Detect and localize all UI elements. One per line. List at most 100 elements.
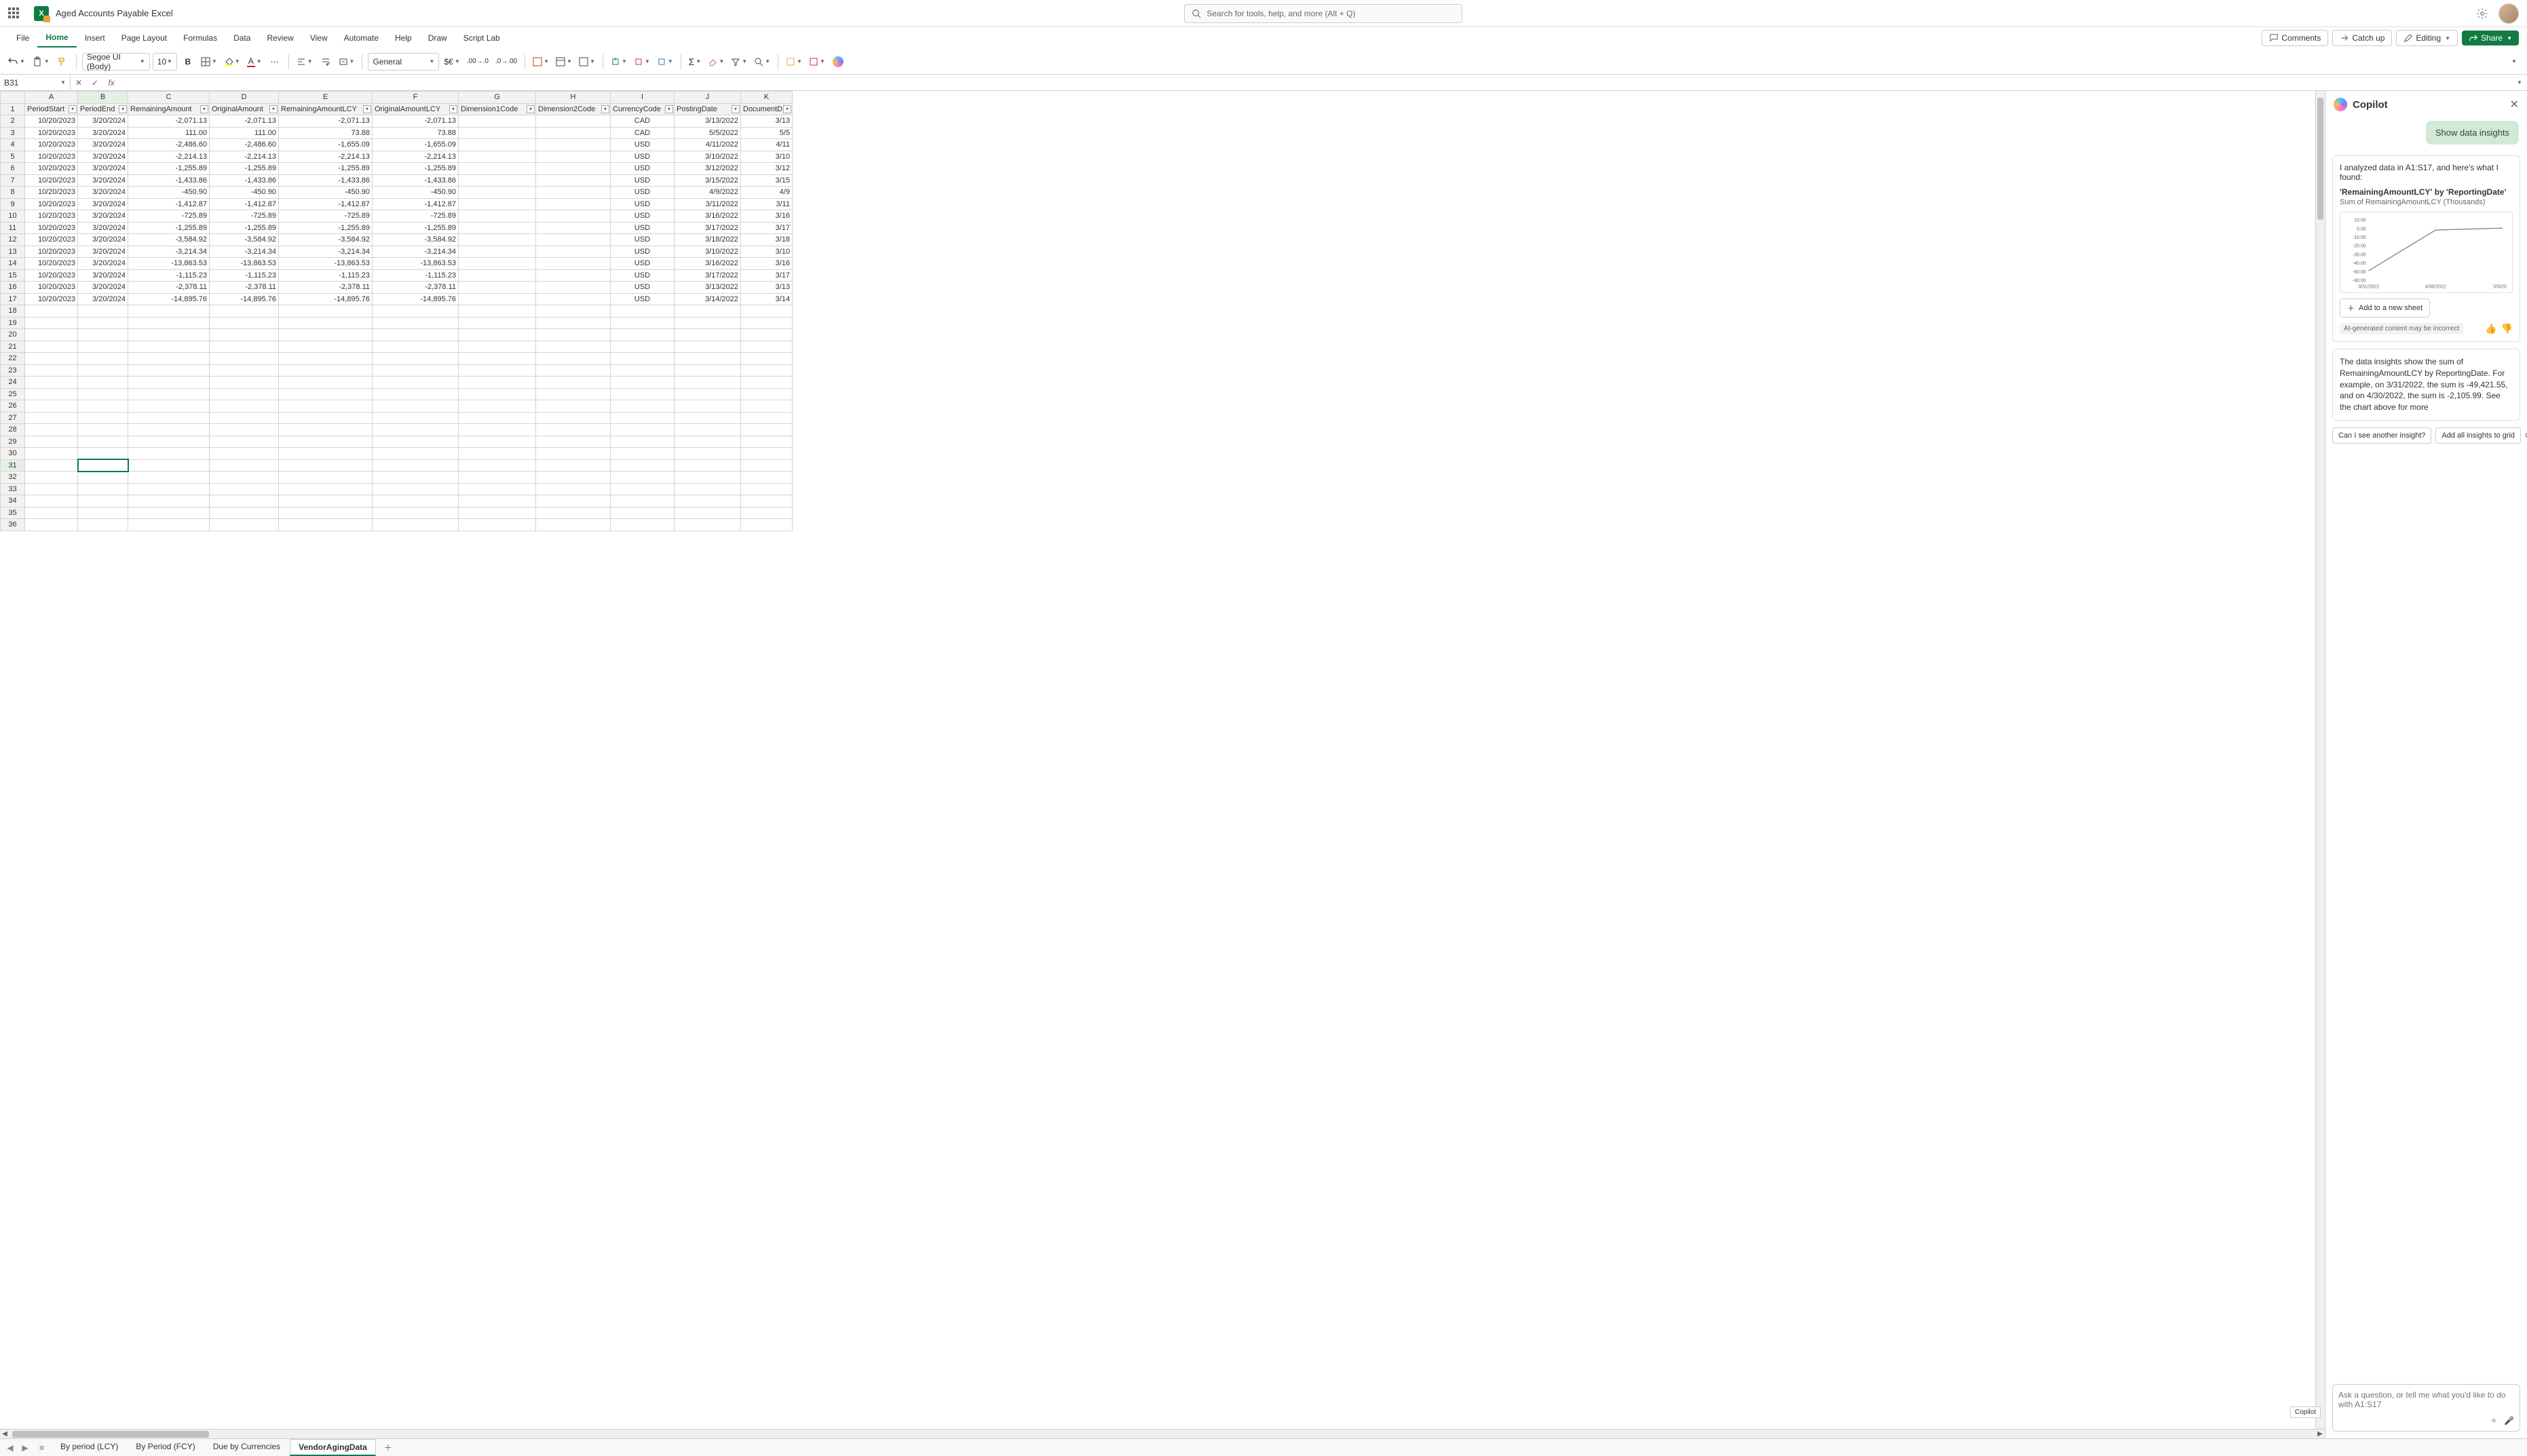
cell[interactable]	[78, 507, 128, 519]
cell[interactable]	[279, 448, 373, 460]
cell[interactable]	[279, 483, 373, 495]
copilot-close-button[interactable]: ✕	[2510, 98, 2519, 111]
sheet-nav-next[interactable]: ▶	[19, 1443, 31, 1453]
cell[interactable]	[674, 377, 741, 389]
decrease-decimal-button[interactable]: .0→.00	[493, 53, 519, 71]
cell[interactable]	[536, 412, 611, 424]
cell[interactable]: USD	[611, 269, 674, 282]
cell[interactable]	[210, 519, 279, 531]
add-to-sheet-button[interactable]: ＋ Add to a new sheet	[2340, 299, 2430, 318]
currency-button[interactable]: $€▼	[442, 53, 461, 71]
cell[interactable]	[128, 459, 210, 472]
cell[interactable]: 111.00	[128, 127, 210, 139]
row-header[interactable]: 22	[1, 353, 25, 365]
cell[interactable]	[373, 448, 459, 460]
tab-formulas[interactable]: Formulas	[175, 29, 225, 47]
cell[interactable]: -1,255.89	[373, 222, 459, 234]
row-header[interactable]: 13	[1, 246, 25, 258]
cell[interactable]	[536, 305, 611, 318]
copilot-textarea[interactable]	[2338, 1390, 2514, 1416]
cell[interactable]: -1,115.23	[373, 269, 459, 282]
cell[interactable]: 3/10/2022	[674, 151, 741, 163]
cell[interactable]	[25, 448, 78, 460]
cell[interactable]: -725.89	[279, 210, 373, 223]
font-color-button[interactable]: A▼	[245, 53, 264, 71]
tab-draw[interactable]: Draw	[420, 29, 455, 47]
cell[interactable]	[373, 519, 459, 531]
number-format-combo[interactable]: General▼	[368, 53, 439, 71]
cell[interactable]	[373, 388, 459, 400]
cell[interactable]: -3,214.34	[279, 246, 373, 258]
cell[interactable]: 10/20/2023	[25, 269, 78, 282]
cell[interactable]	[611, 495, 674, 507]
cell[interactable]	[128, 388, 210, 400]
cell[interactable]: 3/16/2022	[674, 210, 741, 223]
cell[interactable]	[536, 222, 611, 234]
cell[interactable]: -1,115.23	[210, 269, 279, 282]
tab-review[interactable]: Review	[259, 29, 301, 47]
cell[interactable]: -3,584.92	[279, 234, 373, 246]
cell[interactable]	[674, 412, 741, 424]
cell[interactable]: 10/20/2023	[25, 139, 78, 151]
cell[interactable]	[210, 364, 279, 377]
cell[interactable]: -450.90	[210, 187, 279, 199]
cell[interactable]	[25, 519, 78, 531]
cell[interactable]	[741, 519, 793, 531]
cell[interactable]	[536, 151, 611, 163]
cell[interactable]	[459, 495, 536, 507]
cell[interactable]	[741, 412, 793, 424]
row-header[interactable]: 33	[1, 483, 25, 495]
cell[interactable]	[459, 115, 536, 128]
cell[interactable]: 5/5/2022	[674, 127, 741, 139]
cell[interactable]	[611, 424, 674, 436]
cell[interactable]: 4/9/2022	[674, 187, 741, 199]
cell[interactable]: USD	[611, 174, 674, 187]
cell[interactable]: -1,255.89	[210, 222, 279, 234]
row-header[interactable]: 3	[1, 127, 25, 139]
cell[interactable]: -450.90	[128, 187, 210, 199]
cell[interactable]	[373, 317, 459, 329]
cell[interactable]	[459, 341, 536, 353]
column-header[interactable]: F	[373, 92, 459, 104]
filter-chevron-icon[interactable]: ▾	[783, 105, 791, 113]
cell[interactable]	[279, 364, 373, 377]
cell[interactable]	[210, 448, 279, 460]
cell[interactable]	[459, 364, 536, 377]
wrap-text-button[interactable]	[318, 53, 334, 71]
cell[interactable]: -14,895.76	[128, 293, 210, 305]
cell[interactable]	[210, 459, 279, 472]
catch-up-button[interactable]: Catch up	[2332, 30, 2392, 46]
table-header-cell[interactable]: OriginalAmount▾	[210, 103, 279, 115]
cell[interactable]	[459, 269, 536, 282]
cell[interactable]	[78, 472, 128, 484]
sheet-tab[interactable]: By Period (FCY)	[128, 1439, 203, 1456]
cell[interactable]: -3,214.34	[373, 246, 459, 258]
cell[interactable]	[459, 388, 536, 400]
cell[interactable]: -3,584.92	[373, 234, 459, 246]
row-header[interactable]: 21	[1, 341, 25, 353]
cell[interactable]	[611, 341, 674, 353]
cell[interactable]: 3/10	[741, 151, 793, 163]
cell[interactable]	[210, 329, 279, 341]
tab-help[interactable]: Help	[387, 29, 420, 47]
cell[interactable]	[674, 364, 741, 377]
cell[interactable]	[536, 282, 611, 294]
cond-format-button[interactable]: ▼	[531, 53, 551, 71]
cell[interactable]: 3/18/2022	[674, 234, 741, 246]
cell[interactable]	[459, 412, 536, 424]
row-header[interactable]: 4	[1, 139, 25, 151]
cell[interactable]	[128, 448, 210, 460]
borders-button[interactable]: ▼	[199, 53, 219, 71]
mic-icon[interactable]: 🎤	[2504, 1416, 2514, 1425]
cell[interactable]: -2,378.11	[373, 282, 459, 294]
cell[interactable]	[210, 377, 279, 389]
cell[interactable]: -14,895.76	[279, 293, 373, 305]
cell[interactable]	[536, 127, 611, 139]
column-header[interactable]: G	[459, 92, 536, 104]
undo-button[interactable]: ▼	[5, 53, 27, 71]
cell[interactable]: USD	[611, 151, 674, 163]
row-header[interactable]: 6	[1, 163, 25, 175]
cell[interactable]	[279, 353, 373, 365]
cell[interactable]: 3/20/2024	[78, 174, 128, 187]
cell[interactable]	[128, 495, 210, 507]
